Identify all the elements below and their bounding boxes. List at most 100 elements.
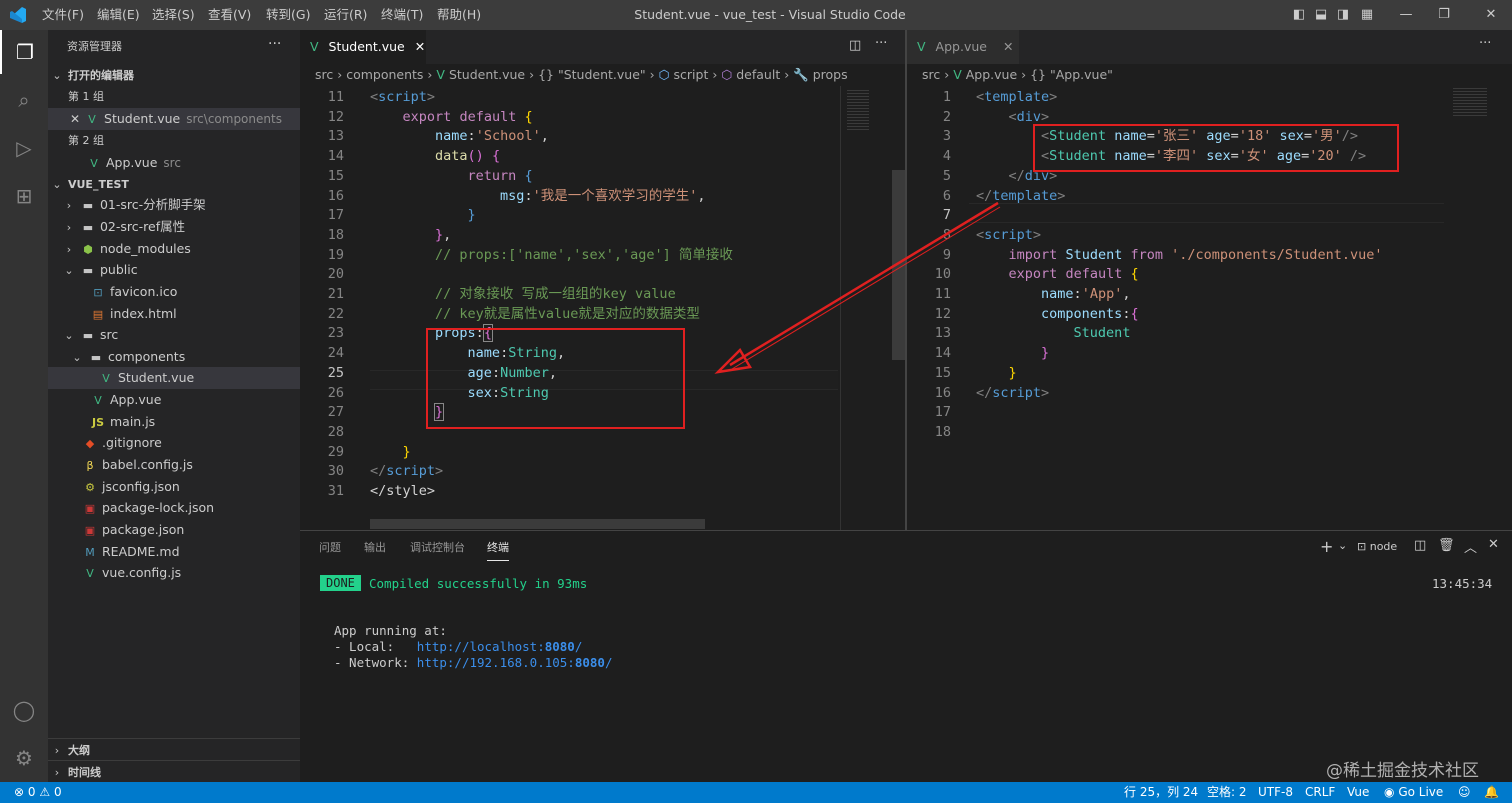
tree-file-package-lock[interactable]: ▣ package-lock.json: [48, 497, 300, 519]
tree-file-favicon[interactable]: ⊡ favicon.ico: [48, 281, 300, 303]
menu-edit[interactable]: 编辑(E): [97, 0, 140, 30]
notifications-bell-icon[interactable]: 🔔: [1484, 782, 1499, 803]
tree-folder-src[interactable]: ⌄ ▬ src: [48, 324, 300, 346]
tree-file-main-js[interactable]: JS main.js: [48, 411, 300, 433]
menu-help[interactable]: 帮助(H): [437, 0, 481, 30]
tree-file-student-vue[interactable]: V Student.vue: [48, 367, 300, 389]
account-icon[interactable]: ◯: [0, 688, 48, 732]
tree-file-package-json[interactable]: ▣ package.json: [48, 519, 300, 541]
breadcrumb-item[interactable]: {} "App.vue": [1030, 67, 1113, 82]
code-line: }: [467, 207, 476, 224]
panel-tab-output[interactable]: 输出: [364, 539, 386, 561]
breadcrumb-item[interactable]: {} "Student.vue": [538, 67, 646, 82]
menu-selection[interactable]: 选择(S): [152, 0, 195, 30]
line-number: 26: [327, 384, 344, 401]
trash-icon[interactable]: 🗑: [1438, 538, 1455, 553]
tree-file-app-vue[interactable]: V App.vue: [48, 389, 300, 411]
explorer-icon[interactable]: ❐: [0, 30, 48, 74]
vertical-scrollbar[interactable]: [892, 170, 905, 360]
customize-layout-icon[interactable]: ▦: [1356, 0, 1378, 30]
local-url-link[interactable]: http://localhost:8080/: [417, 639, 583, 654]
tree-folder-public[interactable]: ⌄ ▬ public: [48, 259, 300, 281]
more-actions-icon[interactable]: ···: [875, 36, 887, 51]
new-terminal-icon[interactable]: +: [1320, 537, 1333, 556]
tree-file-readme[interactable]: M README.md: [48, 541, 300, 563]
panel-tab-problems[interactable]: 问题: [319, 539, 341, 561]
vue-file-icon: V: [310, 39, 319, 54]
breadcrumb-item[interactable]: script: [674, 67, 709, 82]
timeline-header[interactable]: › 时间线: [48, 760, 300, 782]
network-url-link[interactable]: http://192.168.0.105:8080/: [417, 655, 613, 670]
tab-app-vue[interactable]: V App.vue ✕: [907, 30, 1019, 64]
toggle-secondary-sidebar-icon[interactable]: ◨: [1332, 0, 1354, 30]
language-mode[interactable]: Vue: [1347, 782, 1369, 803]
line-number: 11: [934, 286, 951, 302]
minimap[interactable]: [1447, 86, 1499, 530]
tree-file-vue-config[interactable]: Vvue.config.js: [48, 562, 300, 584]
settings-gear-icon[interactable]: ⚙: [0, 736, 48, 780]
tree-folder-02-src[interactable]: › ▬ 02-src-ref属性: [48, 216, 300, 238]
toggle-panel-icon[interactable]: ⬓: [1310, 0, 1332, 30]
close-window-icon[interactable]: ✕: [1480, 0, 1502, 30]
code-line: }: [1041, 345, 1050, 362]
open-editor-app[interactable]: V App.vue src: [48, 152, 300, 174]
panel-tab-terminal[interactable]: 终端: [487, 539, 509, 561]
search-icon[interactable]: ⌕: [0, 78, 48, 122]
indentation-status[interactable]: 空格: 2: [1207, 782, 1247, 803]
chevron-up-icon[interactable]: ︿: [1464, 537, 1477, 556]
minimize-icon[interactable]: —: [1395, 0, 1417, 30]
terminal-selector[interactable]: ⊡ node: [1357, 540, 1397, 553]
breadcrumb-item[interactable]: components: [346, 67, 423, 82]
close-icon[interactable]: ✕: [415, 39, 425, 54]
open-editor-student[interactable]: ✕ V Student.vue src\components: [48, 108, 300, 130]
breadcrumb-item[interactable]: App.vue: [966, 67, 1017, 82]
menu-run[interactable]: 运行(R): [324, 0, 367, 30]
open-editors-header[interactable]: ⌄ 打开的编辑器: [48, 64, 300, 86]
line-number: 17: [934, 404, 951, 421]
split-terminal-icon[interactable]: ◫: [1414, 538, 1426, 553]
explorer-sidebar: 资源管理器 ··· ⌄ 打开的编辑器 第 1 组 ✕ V Student.vue s…: [48, 30, 300, 782]
title-bar: 文件(F) 编辑(E) 选择(S) 查看(V) 转到(G) 运行(R) 终端(T…: [0, 0, 1512, 30]
tree-file-jsconfig[interactable]: ⚙ jsconfig.json: [48, 476, 300, 498]
problems-status[interactable]: ⊗ 0 ⚠ 0: [14, 782, 62, 803]
cursor-position[interactable]: 行 25，列 24: [1124, 782, 1198, 803]
restore-icon[interactable]: ❐: [1433, 0, 1455, 30]
breadcrumb-item[interactable]: Student.vue: [449, 67, 525, 82]
encoding-status[interactable]: UTF-8: [1258, 782, 1293, 803]
line-number: 2: [942, 108, 951, 125]
tree-folder-01-src[interactable]: › ▬ 01-src-分析脚手架: [48, 194, 300, 216]
split-editor-icon[interactable]: ◫: [849, 38, 861, 53]
more-actions-icon[interactable]: ···: [268, 36, 281, 52]
tree-file-index-html[interactable]: ▤ index.html: [48, 303, 300, 325]
project-header[interactable]: ⌄ VUE_TEST: [48, 173, 300, 195]
close-panel-icon[interactable]: ✕: [1488, 537, 1499, 552]
menu-file[interactable]: 文件(F): [42, 0, 84, 30]
tree-file-babel-config[interactable]: β babel.config.js: [48, 454, 300, 476]
breadcrumb-item[interactable]: src: [922, 67, 940, 82]
tree-folder-node-modules[interactable]: › ⬢ node_modules: [48, 238, 300, 260]
menu-terminal[interactable]: 终端(T): [381, 0, 423, 30]
feedback-icon[interactable]: ☺: [1458, 782, 1471, 803]
tree-file-gitignore[interactable]: ◆ .gitignore: [48, 432, 300, 454]
extensions-icon[interactable]: ⊞: [0, 174, 48, 218]
horizontal-scrollbar[interactable]: [370, 519, 705, 529]
menu-goto[interactable]: 转到(G): [266, 0, 310, 30]
more-actions-icon[interactable]: ···: [1479, 36, 1491, 51]
run-debug-icon[interactable]: ▷: [0, 126, 48, 170]
tab-student-vue[interactable]: V Student.vue ✕: [300, 30, 426, 64]
go-live-button[interactable]: ◉ Go Live: [1384, 782, 1443, 803]
panel-tab-debug-console[interactable]: 调试控制台: [410, 539, 465, 561]
breadcrumb-item[interactable]: default: [736, 67, 780, 82]
tree-folder-components[interactable]: ⌄ ▬ components: [48, 346, 300, 368]
close-icon[interactable]: ✕: [1003, 39, 1013, 54]
chevron-down-icon[interactable]: ⌄: [1338, 539, 1347, 552]
breadcrumb-item[interactable]: props: [813, 67, 848, 82]
breadcrumb-item[interactable]: src: [315, 67, 333, 82]
menu-view[interactable]: 查看(V): [208, 0, 251, 30]
toggle-sidebar-icon[interactable]: ◧: [1288, 0, 1310, 30]
outline-header[interactable]: › 大纲: [48, 738, 300, 760]
eol-status[interactable]: CRLF: [1305, 782, 1335, 803]
close-icon[interactable]: ✕: [70, 112, 80, 126]
code-line: name:'App',: [1041, 286, 1131, 302]
minimap[interactable]: [840, 86, 892, 530]
